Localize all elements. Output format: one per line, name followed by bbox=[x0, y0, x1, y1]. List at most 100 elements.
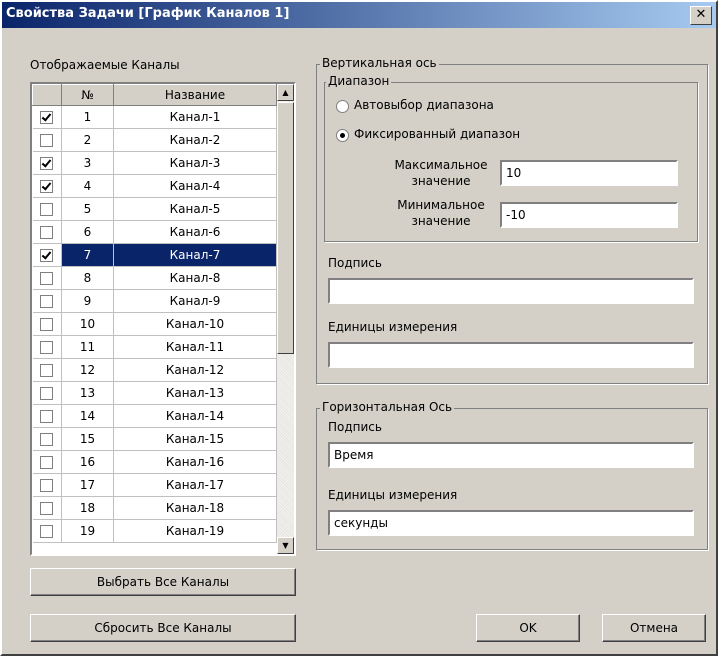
vertical-caption-input[interactable] bbox=[328, 278, 694, 304]
max-value-label-line1: Максимальное bbox=[394, 158, 488, 172]
ok-button[interactable]: OK bbox=[476, 614, 580, 642]
select-all-button[interactable]: Выбрать Все Каналы bbox=[30, 568, 296, 596]
table-row[interactable]: 5 Канал-5 bbox=[32, 197, 277, 221]
channel-checkbox[interactable] bbox=[40, 433, 54, 446]
row-number: 10 bbox=[61, 312, 114, 336]
row-checkbox-cell[interactable] bbox=[32, 174, 62, 198]
row-checkbox-cell[interactable] bbox=[32, 496, 62, 520]
table-row[interactable]: 3 Канал-3 bbox=[32, 151, 277, 175]
vertical-axis-title: Вертикальная ось bbox=[320, 56, 439, 70]
cancel-button[interactable]: Отмена bbox=[602, 614, 706, 642]
horizontal-units-input[interactable]: секунды bbox=[328, 510, 694, 536]
auto-range-label[interactable]: Автовыбор диапазона bbox=[354, 98, 494, 112]
vertical-units-input[interactable] bbox=[328, 342, 694, 368]
auto-range-radio[interactable] bbox=[336, 100, 349, 113]
table-row[interactable]: 18 Канал-18 bbox=[32, 496, 277, 520]
horizontal-caption-input[interactable]: Время bbox=[328, 442, 694, 468]
col-name-header[interactable]: Название bbox=[113, 84, 277, 106]
scroll-thumb[interactable] bbox=[277, 102, 294, 354]
channel-checkbox[interactable] bbox=[40, 295, 54, 308]
table-row[interactable]: 9 Канал-9 bbox=[32, 289, 277, 313]
row-number: 14 bbox=[61, 404, 114, 428]
row-channel-name: Канал-8 bbox=[113, 266, 277, 290]
row-checkbox-cell[interactable] bbox=[32, 450, 62, 474]
horizontal-units-label: Единицы измерения bbox=[328, 488, 458, 502]
channel-checkbox[interactable] bbox=[40, 318, 54, 331]
channel-checkbox[interactable] bbox=[40, 525, 54, 538]
row-checkbox-cell[interactable] bbox=[32, 312, 62, 336]
close-button[interactable]: ✕ bbox=[690, 6, 712, 25]
table-row[interactable]: 11 Канал-11 bbox=[32, 335, 277, 359]
channel-checkbox[interactable] bbox=[40, 249, 54, 262]
row-checkbox-cell[interactable] bbox=[32, 266, 62, 290]
table-row[interactable]: 17 Канал-17 bbox=[32, 473, 277, 497]
table-row[interactable]: 10 Канал-10 bbox=[32, 312, 277, 336]
channel-checkbox[interactable] bbox=[40, 134, 54, 147]
row-checkbox-cell[interactable] bbox=[32, 197, 62, 221]
row-checkbox-cell[interactable] bbox=[32, 289, 62, 313]
window-title: Свойства Задачи [График Каналов 1] bbox=[6, 6, 290, 21]
row-checkbox-cell[interactable] bbox=[32, 335, 62, 359]
table-row[interactable]: 1 Канал-1 bbox=[32, 105, 277, 129]
row-checkbox-cell[interactable] bbox=[32, 151, 62, 175]
channel-checkbox[interactable] bbox=[40, 456, 54, 469]
row-number: 1 bbox=[61, 105, 114, 129]
fixed-range-label[interactable]: Фиксированный диапазон bbox=[354, 127, 520, 141]
table-row[interactable]: 13 Канал-13 bbox=[32, 381, 277, 405]
table-row[interactable]: 8 Канал-8 bbox=[32, 266, 277, 290]
fixed-range-radio[interactable] bbox=[336, 129, 349, 142]
row-checkbox-cell[interactable] bbox=[32, 243, 62, 267]
table-row[interactable]: 6 Канал-6 bbox=[32, 220, 277, 244]
channel-checkbox[interactable] bbox=[40, 272, 54, 285]
table-row[interactable]: 12 Канал-12 bbox=[32, 358, 277, 382]
row-number: 4 bbox=[61, 174, 114, 198]
row-checkbox-cell[interactable] bbox=[32, 220, 62, 244]
row-checkbox-cell[interactable] bbox=[32, 404, 62, 428]
channel-checkbox[interactable] bbox=[40, 341, 54, 354]
table-row[interactable]: 7 Канал-7 bbox=[32, 243, 277, 267]
row-checkbox-cell[interactable] bbox=[32, 427, 62, 451]
row-checkbox-cell[interactable] bbox=[32, 519, 62, 543]
vertical-caption-label: Подпись bbox=[328, 256, 382, 270]
channel-checkbox[interactable] bbox=[40, 479, 54, 492]
scroll-down-icon[interactable]: ▼ bbox=[277, 537, 294, 554]
row-checkbox-cell[interactable] bbox=[32, 358, 62, 382]
scroll-up-icon[interactable]: ▲ bbox=[277, 84, 294, 101]
channel-checkbox[interactable] bbox=[40, 226, 54, 239]
table-row[interactable]: 19 Канал-19 bbox=[32, 519, 277, 543]
channel-checkbox[interactable] bbox=[40, 410, 54, 423]
reset-all-button[interactable]: Сбросить Все Каналы bbox=[30, 614, 296, 642]
horizontal-caption-label: Подпись bbox=[328, 420, 382, 434]
row-channel-name: Канал-12 bbox=[113, 358, 277, 382]
row-number: 8 bbox=[61, 266, 114, 290]
channel-checkbox[interactable] bbox=[40, 180, 54, 193]
row-checkbox-cell[interactable] bbox=[32, 128, 62, 152]
table-row[interactable]: 2 Канал-2 bbox=[32, 128, 277, 152]
max-value-input[interactable]: 10 bbox=[500, 160, 678, 186]
min-value-label-line2: значение bbox=[411, 214, 471, 228]
channel-checkbox[interactable] bbox=[40, 387, 54, 400]
col-check-header[interactable] bbox=[32, 84, 62, 106]
table-row[interactable]: 16 Канал-16 bbox=[32, 450, 277, 474]
min-value-input[interactable]: -10 bbox=[500, 202, 678, 228]
channels-scrollbar[interactable]: ▲ ▼ bbox=[277, 84, 294, 554]
col-num-header[interactable]: № bbox=[61, 84, 114, 106]
title-bar[interactable]: Свойства Задачи [График Каналов 1] ✕ bbox=[2, 2, 716, 28]
row-channel-name: Канал-14 bbox=[113, 404, 277, 428]
channel-checkbox[interactable] bbox=[40, 364, 54, 377]
row-checkbox-cell[interactable] bbox=[32, 473, 62, 497]
channel-checkbox[interactable] bbox=[40, 502, 54, 515]
channels-list[interactable]: № Название 1 Канал-1 2 Канал-2 3 Канал-3 4 Кана… bbox=[30, 82, 296, 556]
table-row[interactable]: 15 Канал-15 bbox=[32, 427, 277, 451]
row-number: 6 bbox=[61, 220, 114, 244]
table-row[interactable]: 4 Канал-4 bbox=[32, 174, 277, 198]
table-header: № Название bbox=[32, 84, 277, 106]
channel-checkbox[interactable] bbox=[40, 203, 54, 216]
channel-checkbox[interactable] bbox=[40, 111, 54, 124]
row-checkbox-cell[interactable] bbox=[32, 105, 62, 129]
range-title: Диапазон bbox=[326, 74, 392, 88]
row-number: 12 bbox=[61, 358, 114, 382]
row-checkbox-cell[interactable] bbox=[32, 381, 62, 405]
channel-checkbox[interactable] bbox=[40, 157, 54, 170]
table-row[interactable]: 14 Канал-14 bbox=[32, 404, 277, 428]
